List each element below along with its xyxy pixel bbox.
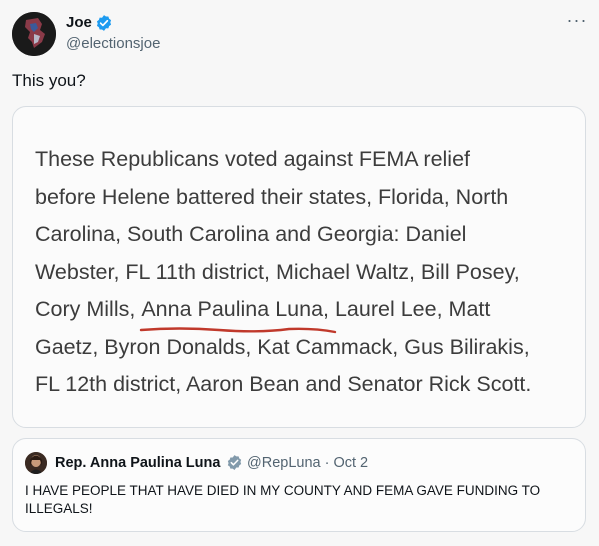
image-text-line: FL 12th district, Aaron Bean and Senator… [35,372,532,396]
underlined-name: Anna Paulina Luna [140,291,337,333]
verified-badge-icon [95,14,113,32]
red-underline [140,326,337,333]
image-text-line: Webster, FL 11th district, Michael Waltz… [35,259,520,284]
image-text-segment: , Laurel Lee, Matt [323,297,491,321]
quoted-author-meta[interactable]: @RepLuna · Oct 2 [247,454,368,472]
image-text-segment: Cory Mills, [35,297,142,321]
image-text-line: Cory Mills, Anna Paulina Luna, Laurel Le… [35,291,575,333]
image-text: These Republicans voted against FEMA rel… [35,141,575,404]
quoted-author-avatar[interactable] [25,452,47,474]
quoted-tweet[interactable]: Rep. Anna Paulina Luna @RepLuna · Oct 2 … [12,438,586,532]
quoted-avatar-image [25,452,47,474]
author-handle[interactable]: @electionsjoe [66,35,160,53]
author-avatar[interactable] [12,12,56,56]
image-text-line: before Helene battered their states, Flo… [35,184,509,209]
more-icon[interactable]: ··· [565,10,589,30]
verified-badge-icon [226,454,243,471]
author-name[interactable]: Joe [66,14,92,32]
attached-image[interactable]: These Republicans voted against FEMA rel… [12,106,586,428]
tweet: Joe @electionsjoe ··· This you? These Re… [0,0,599,546]
avatar-image [12,12,56,56]
quoted-tweet-text: I HAVE PEOPLE THAT HAVE DIED IN MY COUNT… [25,483,541,516]
quoted-author-name[interactable]: Rep. Anna Paulina Luna [55,454,220,472]
underlined-name-text: Anna Paulina Luna [141,297,324,321]
tweet-text: This you? [12,71,86,90]
image-text-line: These Republicans voted against FEMA rel… [35,147,471,171]
image-text-line: Carolina, South Carolina and Georgia: Da… [35,222,467,246]
